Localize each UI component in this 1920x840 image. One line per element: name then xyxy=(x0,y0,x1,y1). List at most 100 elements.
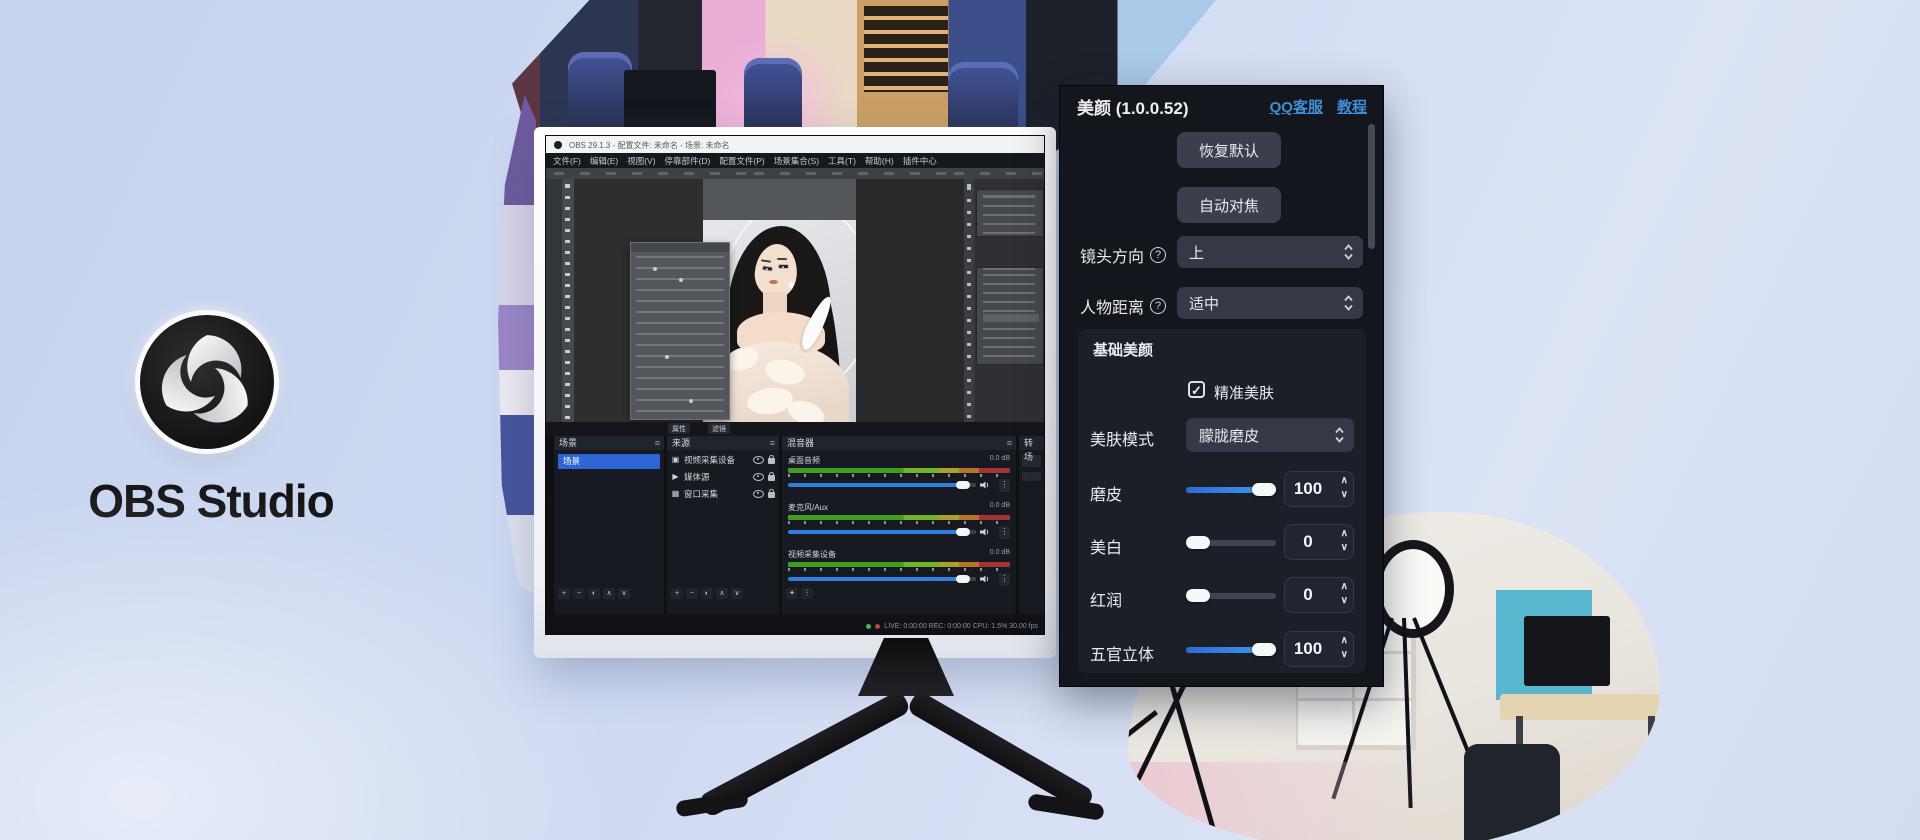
spin-down-icon[interactable]: ∨ xyxy=(1341,594,1348,608)
menu-view[interactable]: 视图(V) xyxy=(627,155,655,167)
source-down-button[interactable]: ∨ xyxy=(731,588,743,599)
help-icon[interactable]: ? xyxy=(1150,298,1166,314)
obs-window-titlebar: OBS 29.1.3 - 配置文件: 未命名 - 场景: 未命名 xyxy=(546,136,1044,153)
whitening-slider[interactable] xyxy=(1186,536,1276,549)
dock-menu-icon[interactable]: ≡ xyxy=(1007,436,1012,450)
volume-slider-handle[interactable] xyxy=(956,575,970,583)
lock-icon[interactable] xyxy=(768,475,775,481)
source-up-button[interactable]: ∧ xyxy=(716,588,728,599)
menu-scene-collection[interactable]: 场景集合(S) xyxy=(774,155,819,167)
source-row[interactable]: ▣ 视频采集设备 xyxy=(671,452,775,467)
volume-slider-handle[interactable] xyxy=(956,481,970,489)
menu-plugin-center[interactable]: 插件中心 xyxy=(903,155,937,167)
help-icon[interactable]: ? xyxy=(1150,247,1166,263)
obs-menubar: 文件(F) 编辑(E) 视图(V) 停靠部件(D) 配置文件(P) 场景集合(S… xyxy=(546,153,1044,168)
volume-slider-handle[interactable] xyxy=(956,528,970,536)
slider-thumb[interactable] xyxy=(1186,536,1210,549)
lit-shelf xyxy=(864,6,948,92)
audio-level-meter xyxy=(788,562,1010,567)
spin-up-icon[interactable]: ∧ xyxy=(1341,474,1348,488)
face-3d-value-box[interactable]: 100 ∧∨ xyxy=(1284,631,1354,667)
speaker-icon[interactable] xyxy=(980,528,990,536)
status-info: LIVE: 0:00:00 REC: 0:00:00 CPU: 1.5% 30.… xyxy=(866,623,1038,630)
channel-menu-button[interactable]: ⋮ xyxy=(999,573,1010,586)
spin-up-icon[interactable]: ∧ xyxy=(1341,634,1348,648)
smoothing-slider[interactable] xyxy=(1186,483,1276,496)
channel-menu-button[interactable]: ⋮ xyxy=(999,526,1010,539)
scenes-dock-header: 场景≡ xyxy=(554,436,664,450)
panel-title: 美颜 (1.0.0.52) xyxy=(1077,94,1189,119)
menu-docks[interactable]: 停靠部件(D) xyxy=(665,155,711,167)
menu-help[interactable]: 帮助(H) xyxy=(865,155,894,167)
transition-duration[interactable] xyxy=(1022,472,1041,481)
speaker-icon[interactable] xyxy=(980,481,990,489)
spin-down-icon[interactable]: ∨ xyxy=(1341,648,1348,662)
properties-button[interactable]: 属性 xyxy=(668,423,690,434)
dock-menu-icon[interactable]: ≡ xyxy=(770,436,775,450)
remove-source-button[interactable]: − xyxy=(686,588,698,599)
person-distance-select[interactable]: 适中 xyxy=(1177,287,1363,319)
speaker-icon[interactable] xyxy=(980,575,990,583)
media-source-icon: ▶ xyxy=(671,472,680,481)
slider-thumb[interactable] xyxy=(1186,589,1210,602)
spin-up-icon[interactable]: ∧ xyxy=(1341,527,1348,541)
lock-icon[interactable] xyxy=(768,458,775,464)
restore-defaults-button[interactable]: 恢复默认 xyxy=(1177,132,1281,168)
lock-icon[interactable] xyxy=(768,492,775,498)
whitening-value-box[interactable]: 0 ∧∨ xyxy=(1284,524,1354,560)
smoothing-value-box[interactable]: 100 ∧∨ xyxy=(1284,471,1354,507)
filters-button[interactable]: 滤镜 xyxy=(708,423,730,434)
scene-item-selected[interactable]: 场景 xyxy=(558,454,660,469)
precise-skin-checkbox[interactable]: ✓ xyxy=(1188,381,1205,398)
source-properties-button[interactable]: ◐ xyxy=(701,588,713,599)
channel-menu-button[interactable]: ⋮ xyxy=(999,479,1010,492)
mixer-vertical-button[interactable]: ⋮ xyxy=(801,588,813,599)
camera-source-icon: ▣ xyxy=(671,455,680,464)
menu-profile[interactable]: 配置文件(P) xyxy=(719,155,764,167)
sources-dock-header: 来源≡ xyxy=(667,436,779,450)
photoshop-capture xyxy=(546,168,1044,422)
volume-slider[interactable] xyxy=(788,577,976,581)
face-3d-slider[interactable] xyxy=(1186,643,1276,656)
spin-down-icon[interactable]: ∨ xyxy=(1341,541,1348,555)
source-row[interactable]: ▦ 窗口采集 xyxy=(671,486,775,501)
slider-thumb[interactable] xyxy=(1252,643,1276,656)
remove-scene-button[interactable]: − xyxy=(573,588,585,599)
source-name: 窗口采集 xyxy=(684,488,718,500)
menu-file[interactable]: 文件(F) xyxy=(553,155,581,167)
dialog-slider-knob xyxy=(689,399,693,403)
visibility-icon[interactable] xyxy=(753,490,764,498)
camera-direction-select[interactable]: 上 xyxy=(1177,236,1363,268)
add-scene-button[interactable]: + xyxy=(558,588,570,599)
dock-menu-icon[interactable]: ≡ xyxy=(655,436,660,450)
scene-down-button[interactable]: ∨ xyxy=(618,588,630,599)
qq-support-link[interactable]: QQ客服 xyxy=(1270,96,1323,117)
menu-edit[interactable]: 编辑(E) xyxy=(590,155,618,167)
tutorial-link[interactable]: 教程 xyxy=(1337,96,1367,117)
left-photo-sliver xyxy=(498,95,536,595)
ps-selected-layer xyxy=(983,314,1039,322)
rosy-slider[interactable] xyxy=(1186,589,1276,602)
skin-mode-select[interactable]: 朦胧磨皮 xyxy=(1186,418,1354,452)
spin-down-icon[interactable]: ∨ xyxy=(1341,488,1348,502)
volume-slider[interactable] xyxy=(788,483,976,487)
menu-tools[interactable]: 工具(T) xyxy=(828,155,856,167)
visibility-icon[interactable] xyxy=(753,456,764,464)
spin-up-icon[interactable]: ∧ xyxy=(1341,580,1348,594)
beauty-filter-panel: 美颜 (1.0.0.52) QQ客服 教程 恢复默认 自动对焦 镜头方向 ? 上… xyxy=(1060,86,1383,686)
rosy-value-box[interactable]: 0 ∧∨ xyxy=(1284,577,1354,613)
source-row[interactable]: ▶ 媒体源 xyxy=(671,469,775,484)
slider-thumb[interactable] xyxy=(1252,483,1276,496)
scene-up-button[interactable]: ∧ xyxy=(603,588,615,599)
scene-filters-button[interactable]: ◐ xyxy=(588,588,600,599)
add-source-button[interactable]: + xyxy=(671,588,683,599)
basic-beauty-title: 基础美颜 xyxy=(1093,339,1153,360)
visibility-icon[interactable] xyxy=(753,473,764,481)
desk-monitor xyxy=(624,70,716,134)
ps-panel-block xyxy=(976,189,1044,237)
status-green-dot xyxy=(866,624,871,629)
autofocus-button[interactable]: 自动对焦 xyxy=(1177,187,1281,223)
volume-slider[interactable] xyxy=(788,530,976,534)
mixer-config-button[interactable]: ✦ xyxy=(786,588,798,599)
panel-scrollbar[interactable] xyxy=(1368,124,1375,249)
